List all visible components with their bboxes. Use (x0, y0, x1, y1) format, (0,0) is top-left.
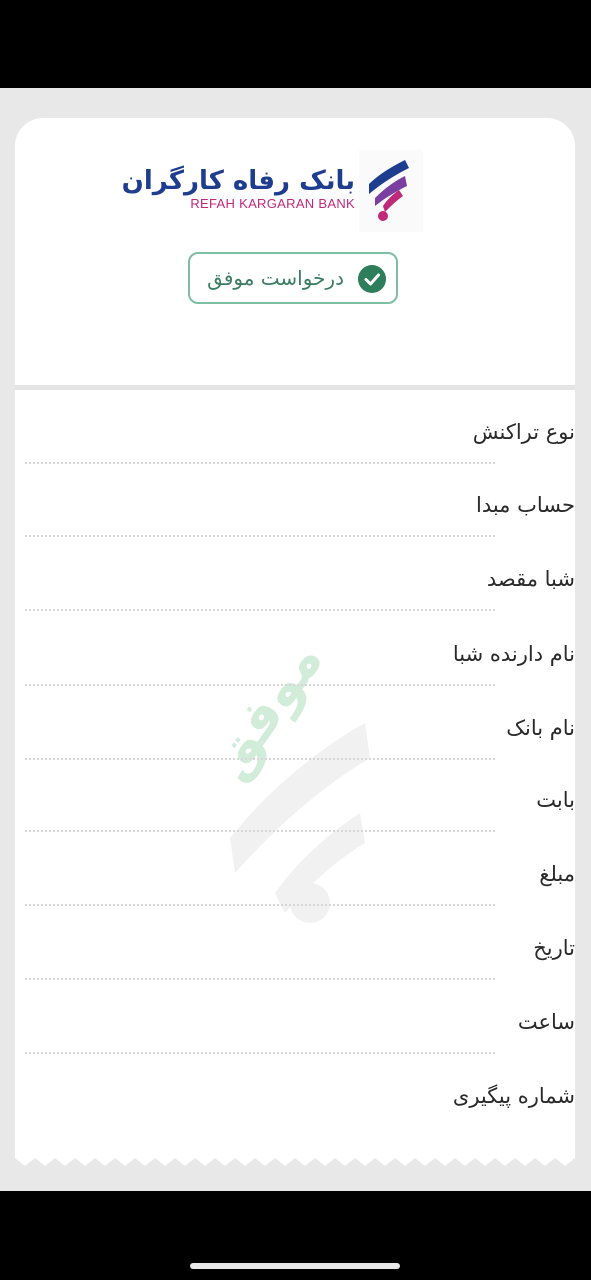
field-label: نام بانک (506, 716, 575, 740)
list-item-source-account: حساب مبدا (25, 493, 575, 543)
field-label: نوع تراکنش (472, 420, 575, 444)
bank-logo-mark-icon (359, 150, 423, 232)
row-divider (25, 535, 495, 537)
list-item-time: ساعت (25, 1010, 575, 1060)
field-label: بابت (536, 788, 575, 812)
field-label: نام دارنده شبا (452, 642, 575, 666)
status-label: درخواست موفق (207, 266, 344, 290)
status-bar (0, 0, 591, 88)
field-label: حساب مبدا (475, 493, 575, 517)
receipt-card: بانک رفاه کارگران REFAH KARGARAN BANK در… (15, 118, 575, 1158)
field-label: شماره پیگیری (452, 1084, 575, 1108)
field-label: ساعت (517, 1010, 575, 1034)
list-item-reason: بابت (25, 788, 575, 838)
list-item-tracking-number: شماره پیگیری (25, 1084, 575, 1134)
header-divider (15, 385, 575, 390)
list-item-bank-name: نام بانک (25, 716, 575, 766)
row-divider (25, 462, 495, 464)
list-item-transaction-type: نوع تراکنش (25, 420, 575, 470)
row-divider (25, 904, 495, 906)
receipt-header: بانک رفاه کارگران REFAH KARGARAN BANK در… (15, 118, 575, 386)
bank-name-fa: بانک رفاه کارگران (121, 166, 355, 196)
row-divider (25, 609, 495, 611)
list-item-date: تاریخ (25, 936, 575, 986)
row-divider (25, 978, 495, 980)
row-divider (25, 758, 495, 760)
home-indicator[interactable] (190, 1263, 400, 1269)
receipt-zigzag-edge (15, 1150, 575, 1166)
list-item-destination-sheba: شبا مقصد (25, 567, 575, 617)
row-divider (25, 684, 495, 686)
list-item-sheba-holder: نام دارنده شبا (25, 642, 575, 692)
receipt-screen: بانک رفاه کارگران REFAH KARGARAN BANK در… (0, 88, 591, 1191)
list-item-amount: مبلغ (25, 862, 575, 912)
bank-logo: بانک رفاه کارگران REFAH KARGARAN BANK (122, 150, 423, 232)
check-circle-icon (358, 265, 386, 293)
row-divider (25, 1052, 495, 1054)
navigation-bar (0, 1191, 591, 1280)
field-label: مبلغ (539, 862, 575, 886)
success-status-badge: درخواست موفق (188, 252, 398, 304)
field-label: تاریخ (533, 936, 575, 960)
field-label: شبا مقصد (486, 567, 575, 591)
row-divider (25, 830, 495, 832)
bank-name-en: REFAH KARGARAN BANK (190, 196, 355, 211)
